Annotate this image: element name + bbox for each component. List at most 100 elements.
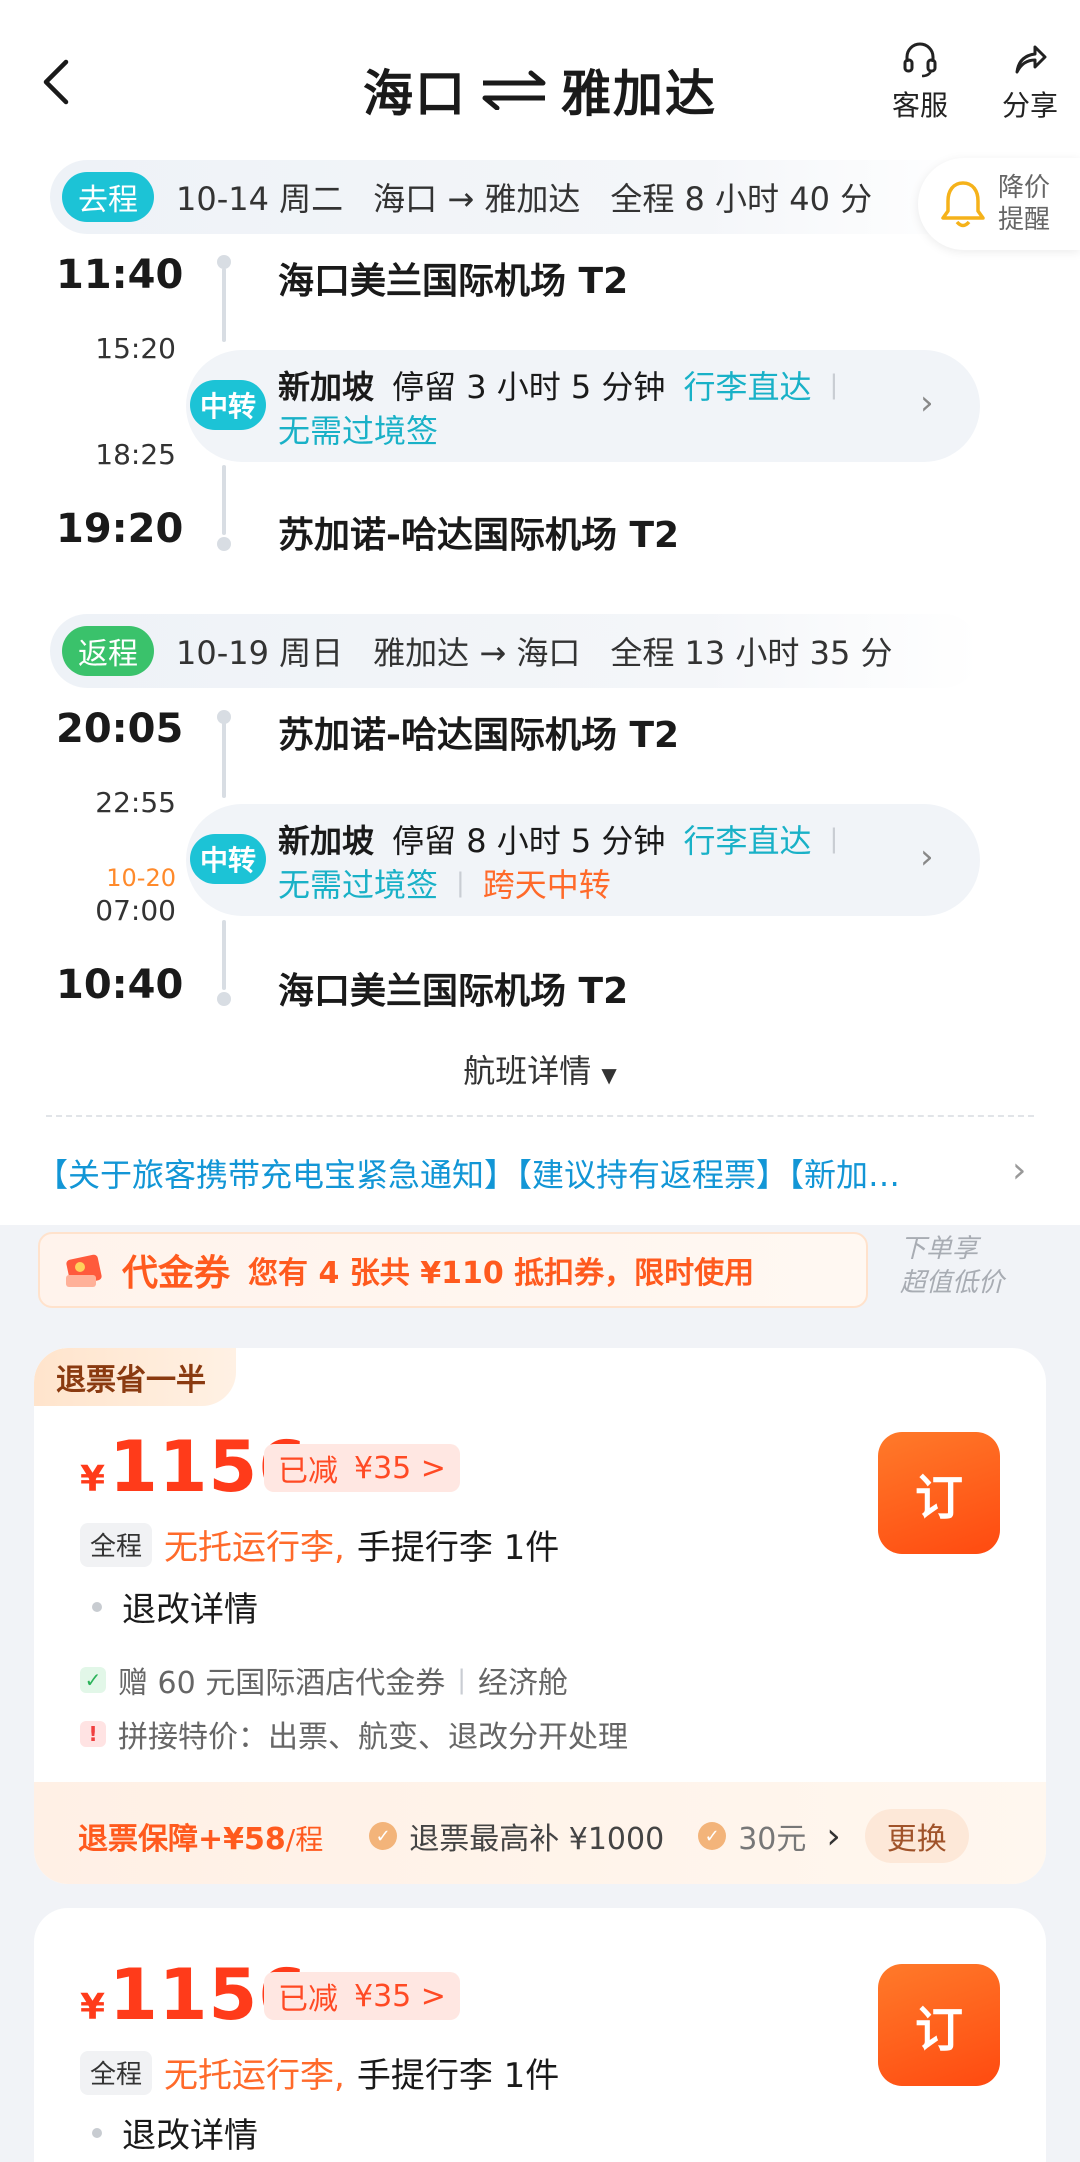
outbound-tag: 去程 — [62, 172, 154, 222]
check-icon: ✓ — [80, 1667, 106, 1693]
bell-icon — [941, 181, 985, 228]
outbound-depart-time: 11:40 — [56, 252, 184, 298]
share-button[interactable]: 分享 — [995, 40, 1065, 124]
scope-chip: 全程 — [80, 2050, 153, 2095]
return-depart-time: 20:05 — [56, 706, 184, 752]
discount-label: 已减 — [278, 1454, 338, 1489]
return-depart-airport: 苏加诺-哈达国际机场 T2 — [278, 715, 680, 756]
bullet-dot — [92, 2127, 102, 2138]
carry-on-baggage: 手提行李 1件 — [356, 1528, 560, 1568]
customer-service-button[interactable]: 客服 — [885, 40, 955, 124]
divider — [46, 1115, 1034, 1117]
guarantee-price: 退票保障+¥58 — [78, 1822, 286, 1857]
return-transfer-leave-time: 07:00 — [95, 894, 176, 927]
special-fare-note: ! 拼接特价：出票、航变、退改分开处理 — [80, 1712, 628, 1756]
guarantee-unit: /程 — [285, 1823, 324, 1856]
book-button[interactable]: 订 — [878, 1964, 1000, 2086]
share-icon — [1015, 45, 1047, 74]
coupon-name: 代金券 — [122, 1253, 231, 1294]
share-label: 分享 — [1001, 89, 1058, 122]
coupon-desc: 您有 4 张共 ¥110 抵扣券，限时使用 — [248, 1256, 755, 1291]
carry-on-baggage: 手提行李 1件 — [356, 2056, 560, 2096]
outbound-transfer-notes: 无需过境签 — [278, 406, 438, 452]
book-button[interactable]: 订 — [878, 1432, 1000, 1554]
return-no-visa: 无需过境签 — [278, 866, 439, 904]
outbound-duration: 全程 8 小时 40 分 — [610, 180, 873, 218]
refund-rules-link[interactable]: 退改详情 — [92, 1582, 258, 1631]
outbound-transfer-badge: 中转 — [190, 380, 266, 430]
separator: | — [456, 868, 465, 898]
return-transfer-badge: 中转 — [190, 834, 266, 884]
back-button[interactable] — [40, 58, 80, 108]
notice-ticker[interactable]: 【关于旅客携带充电宝紧急通知】【建议持有返程票】【新加… — [36, 1150, 1046, 1196]
flight-details-toggle[interactable]: 航班详情 ▼ — [0, 1046, 1080, 1092]
price-alert-line2: 提醒 — [998, 205, 1051, 235]
return-route: 雅加达 → 海口 — [373, 634, 581, 672]
return-transfer-info: 新加坡 停留 8 小时 5 分钟 行李直达 | — [278, 816, 838, 862]
bullet-dot — [92, 1601, 102, 1612]
baggage-info: 全程 无托运行李, 手提行李 1件 — [80, 2048, 559, 2097]
checked-baggage: 无托运行李, — [164, 1528, 345, 1568]
guarantee-item-1: 退票最高补 ¥1000 — [409, 1822, 665, 1857]
guarantee-item-2: 30元 — [738, 1822, 807, 1857]
baggage-info: 全程 无托运行李, 手提行李 1件 — [80, 1520, 559, 1569]
return-transfer-arrive-time: 22:55 — [95, 786, 176, 819]
discount-badge[interactable]: 已减 ¥35 > — [264, 1972, 460, 2020]
outbound-transfer-arrive-time: 15:20 — [95, 332, 176, 365]
refund-guarantee-bar[interactable]: 退票保障+¥58/程 ✓ 退票最高补 ¥1000 ✓ 30元 › 更换 — [34, 1782, 1046, 1884]
gift-text: 赠 60 元国际酒店代金券 — [118, 1666, 446, 1701]
discount-amount: ¥35 > — [354, 1978, 446, 2014]
return-transfer-city: 新加坡 — [278, 822, 375, 860]
flight-details-label: 航班详情 — [463, 1052, 592, 1090]
separator: | — [457, 1665, 467, 1695]
discount-badge[interactable]: 已减 ¥35 > — [264, 1444, 460, 1492]
outbound-arrive-airport: 苏加诺-哈达国际机场 T2 — [278, 515, 680, 556]
timeline-line — [222, 722, 226, 798]
timeline-dot — [217, 537, 231, 551]
low-price-line2: 超值低价 — [900, 1268, 1005, 1298]
outbound-transfer-info: 新加坡 停留 3 小时 5 分钟 行李直达 | — [278, 362, 838, 408]
swap-button[interactable]: 更换 — [864, 1809, 969, 1863]
warning-icon: ! — [80, 1721, 106, 1747]
timeline-line — [222, 268, 226, 342]
return-overnight: 跨天中转 — [482, 866, 611, 904]
gift-note: ✓ 赠 60 元国际酒店代金券 | 经济舱 — [80, 1658, 568, 1702]
price-alert-button[interactable]: 降价 提醒 — [918, 158, 1080, 250]
cabin-class: 经济舱 — [478, 1666, 569, 1701]
special-fare-text: 拼接特价：出票、航变、退改分开处理 — [118, 1720, 628, 1755]
chevron-right-icon[interactable]: › — [1012, 1150, 1026, 1191]
low-price-note: 下单享 超值低价 — [900, 1232, 1050, 1300]
return-tag: 返程 — [62, 626, 154, 676]
scope-chip: 全程 — [80, 1522, 153, 1567]
discount-label: 已减 — [278, 1982, 338, 2017]
return-summary-bar: 返程 10-19 周日 雅加达 → 海口 全程 13 小时 35 分 — [50, 614, 980, 688]
chevron-right-icon: › — [826, 1815, 841, 1857]
notice-text: 【关于旅客携带充电宝紧急通知】【建议持有返程票】【新加… — [36, 1156, 901, 1194]
timeline-dot — [217, 255, 231, 269]
outbound-transfer-leave-time: 18:25 — [95, 438, 176, 471]
timeline-line — [222, 465, 226, 535]
fare-card: ¥ 1156 已减 ¥35 > 订 全程 无托运行李, 手提行李 1件 退改详情 — [34, 1908, 1046, 2162]
outbound-no-visa: 无需过境签 — [278, 412, 439, 450]
return-date: 10-19 周日 — [176, 634, 344, 672]
destination-city: 雅加达 — [561, 65, 717, 123]
round-trip-icon — [482, 70, 546, 110]
timeline-line — [222, 920, 226, 990]
customer-service-label: 客服 — [891, 89, 948, 122]
outbound-arrive-time: 19:20 — [56, 506, 184, 552]
price-alert-line1: 降价 — [998, 173, 1051, 203]
outbound-depart-airport: 海口美兰国际机场 T2 — [278, 261, 629, 302]
fare-card: 退票省一半 ¥ 1156 已减 ¥35 > 订 全程 无托运行李, 手提行李 1… — [34, 1348, 1046, 1884]
fare-tag: 退票省一半 — [34, 1348, 236, 1406]
refund-rules-link[interactable]: 退改详情 — [92, 2108, 258, 2157]
outbound-transfer-stay: 停留 3 小时 5 分钟 — [392, 368, 666, 406]
outbound-date: 10-14 周二 — [176, 180, 344, 218]
return-arrive-time: 10:40 — [56, 962, 184, 1008]
timeline-dot — [217, 992, 231, 1006]
low-price-line1: 下单享 — [900, 1234, 979, 1264]
coupon-icon — [66, 1254, 102, 1287]
return-transfer-stay: 停留 8 小时 5 分钟 — [392, 822, 666, 860]
return-transfer-leave-date: 10-20 — [106, 864, 176, 892]
chevron-left-icon — [43, 59, 69, 105]
coupon-banner[interactable]: 代金券 您有 4 张共 ¥110 抵扣券，限时使用 — [38, 1232, 868, 1308]
